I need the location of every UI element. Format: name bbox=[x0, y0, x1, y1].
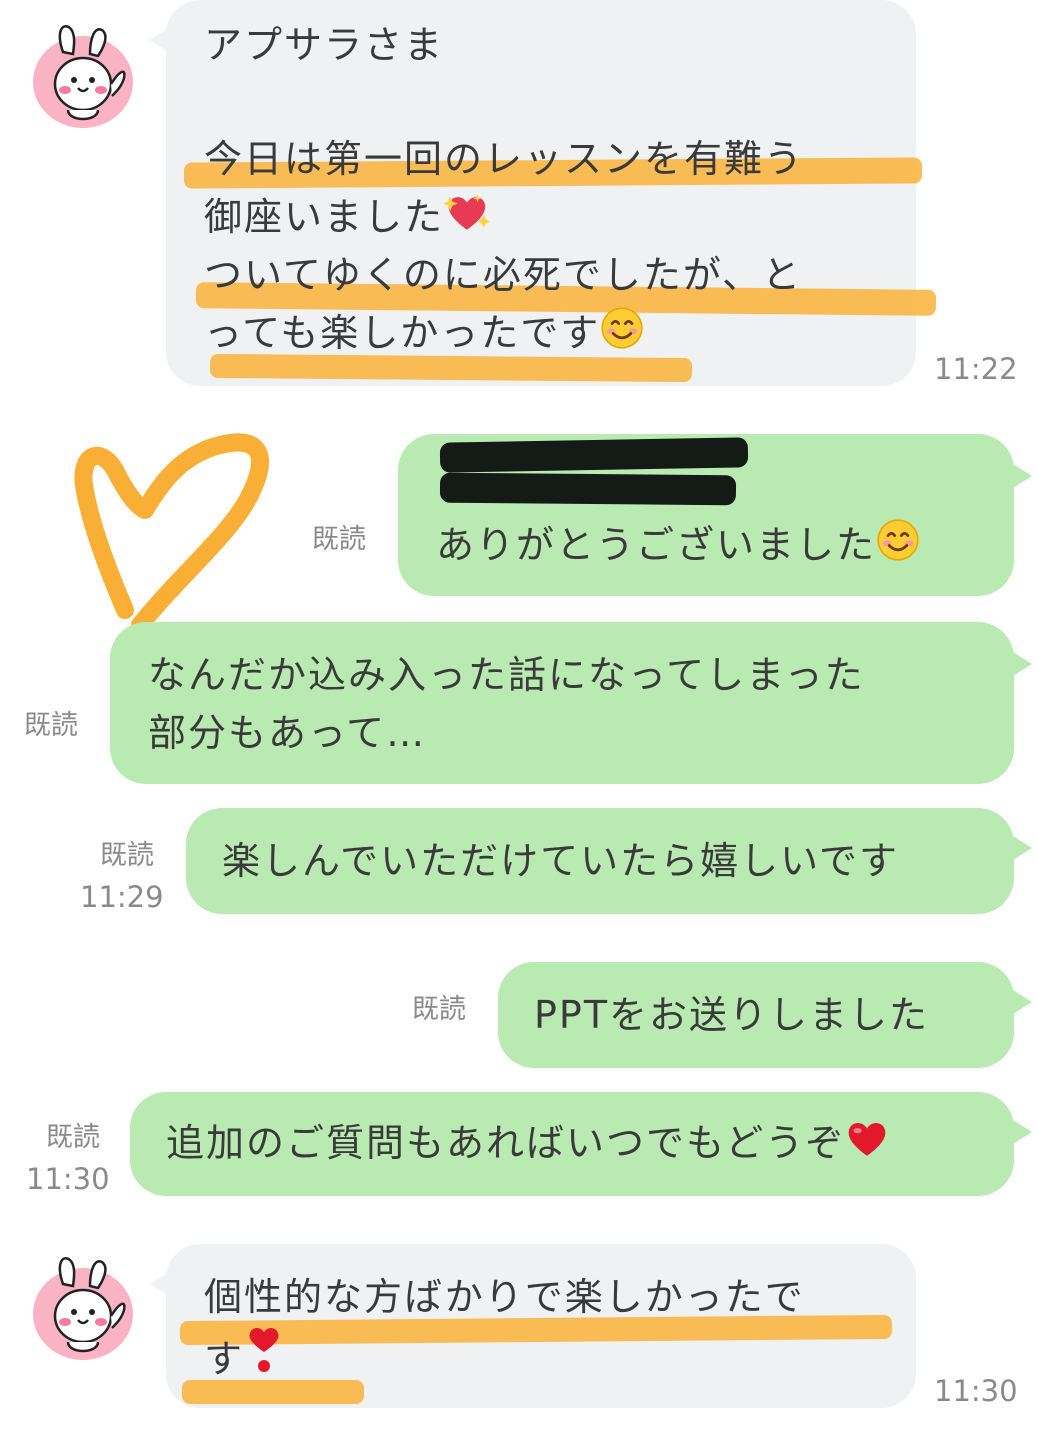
redaction-marker bbox=[439, 472, 737, 506]
message-line: ついてゆくのに必死でしたが、と bbox=[204, 253, 803, 297]
bubble-tail bbox=[1010, 834, 1032, 862]
message-text: ありがとうございました bbox=[436, 516, 920, 578]
message-line: 部分もあって… bbox=[148, 711, 427, 755]
avatar[interactable] bbox=[28, 22, 138, 132]
redaction-marker bbox=[439, 437, 749, 473]
read-receipt: 既読 bbox=[100, 840, 154, 871]
bubble-tail bbox=[1010, 988, 1032, 1016]
message-time: 11:30 bbox=[26, 1162, 110, 1196]
read-receipt: 既読 bbox=[46, 1122, 100, 1153]
message-text: PPTをお送りしました bbox=[534, 993, 930, 1037]
bubble-tail bbox=[1010, 462, 1032, 490]
red-heart-icon bbox=[845, 1118, 889, 1176]
message-line: す bbox=[204, 1326, 284, 1392]
message-line: 個性的な方ばかりで楽しかったで bbox=[204, 1275, 805, 1319]
read-receipt: 既読 bbox=[24, 710, 78, 741]
message-greeting: アプサラさま bbox=[204, 23, 445, 67]
message-line: なんだか込み入った話になってしまった bbox=[148, 653, 865, 697]
smiling-face-icon bbox=[876, 518, 920, 578]
read-receipt: 既読 bbox=[312, 524, 366, 555]
pink-rabbit-sticker-avatar-icon bbox=[28, 22, 138, 132]
read-receipt: 既読 bbox=[412, 994, 466, 1025]
sparkling-heart-icon bbox=[444, 192, 490, 250]
heart-exclamation-icon bbox=[244, 1326, 284, 1392]
bubble-tail bbox=[1010, 650, 1032, 678]
bubble-tail bbox=[1010, 1118, 1032, 1146]
message-line: 御座いました bbox=[204, 188, 490, 250]
message-text: 楽しんでいただけていたら嬉しいです bbox=[222, 839, 899, 883]
message-time: 11:30 bbox=[934, 1374, 1018, 1408]
message-time: 11:22 bbox=[934, 352, 1018, 386]
message-line: っても楽しかったです bbox=[204, 304, 644, 366]
message-time: 11:29 bbox=[80, 880, 164, 914]
message-line: 今日は第一回のレッスンを有難う bbox=[204, 137, 805, 181]
pink-rabbit-sticker-avatar-icon bbox=[28, 1254, 138, 1364]
hand-drawn-heart-icon bbox=[74, 433, 269, 634]
message-text: 追加のご質問もあればいつでもどうぞ bbox=[166, 1114, 889, 1176]
avatar[interactable] bbox=[28, 1254, 138, 1364]
smiling-face-icon bbox=[600, 306, 644, 366]
